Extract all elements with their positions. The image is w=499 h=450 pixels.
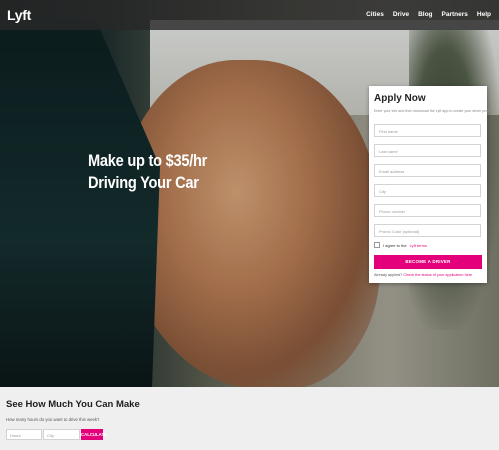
already-prefix: Already applied?: [374, 273, 403, 277]
terms-link[interactable]: Lyft terms: [410, 243, 427, 248]
nav-links: Cities Drive Blog Partners Help: [366, 11, 491, 18]
nav-item-help[interactable]: Help: [477, 11, 491, 18]
nav-item-partners[interactable]: Partners: [442, 11, 468, 18]
apply-title: Apply Now: [374, 93, 426, 104]
nav-item-cities[interactable]: Cities: [366, 11, 384, 18]
email-field[interactable]: Email address: [374, 164, 481, 177]
hero-headline: Make up to $35/hr Driving Your Car: [88, 150, 207, 194]
first-name-field[interactable]: First name: [374, 124, 481, 137]
nav-item-blog[interactable]: Blog: [418, 11, 432, 18]
headline-line-2: Driving Your Car: [88, 173, 199, 192]
apply-subtitle: Enter your info and then download the Ly…: [374, 109, 494, 113]
apply-card: Apply Now Enter your info and then downl…: [369, 86, 494, 283]
promo-code-field[interactable]: Promo Code (optional): [374, 224, 481, 237]
hours-input[interactable]: Hours: [6, 429, 42, 440]
phone-field[interactable]: Phone number: [374, 204, 481, 217]
status-link[interactable]: Check the status of your application her…: [403, 273, 472, 277]
terms-agreement: I agree to the Lyft terms: [374, 242, 427, 248]
headline-line-1: Make up to $35/hr: [88, 151, 208, 170]
last-name-field[interactable]: Last name: [374, 144, 481, 157]
nav-item-drive[interactable]: Drive: [393, 11, 409, 18]
calculate-button[interactable]: CALCULATE: [81, 429, 107, 440]
already-applied: Already applied? Check the status of you…: [374, 273, 472, 277]
become-a-driver-button[interactable]: BECOME A DRIVER: [374, 255, 482, 269]
city-field[interactable]: City: [374, 184, 481, 197]
terms-checkbox[interactable]: [374, 242, 380, 248]
calculator-title: See How Much You Can Make: [6, 399, 140, 410]
terms-prefix: I agree to the: [383, 242, 407, 248]
lyft-logo[interactable]: Lyft: [7, 7, 31, 23]
earnings-calculator: See How Much You Can Make How many hours…: [0, 387, 499, 450]
city-input[interactable]: City: [43, 429, 80, 440]
top-navigation: Lyft Cities Drive Blog Partners Help: [0, 0, 499, 30]
calculator-question: How many hours do you want to drive this…: [6, 417, 100, 422]
